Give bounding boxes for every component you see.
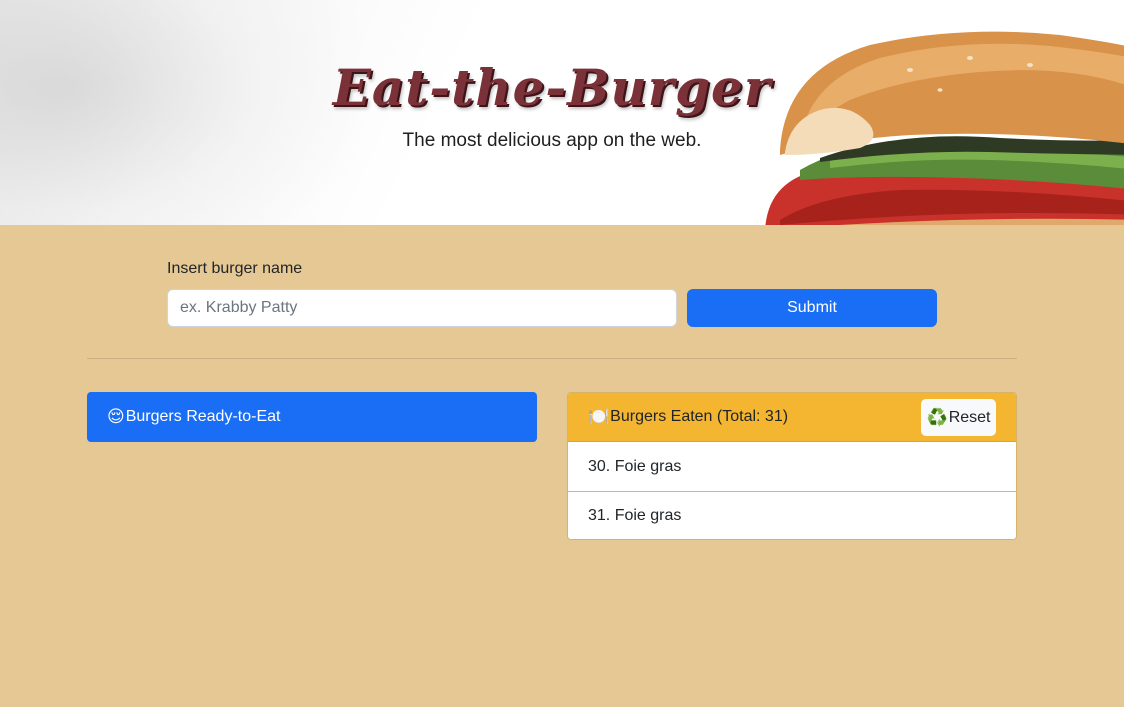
burgers-eaten-title: Burgers Eaten (Total: 31) xyxy=(610,408,789,425)
burgers-eaten-card: 🍽️ Burgers Eaten (Total: 31) ♻️ Reset 30… xyxy=(567,392,1017,540)
divider xyxy=(87,358,1017,359)
burger-name-label: Insert burger name xyxy=(167,260,303,277)
hero-banner: Eat-the-Burger The most delicious app on… xyxy=(0,0,1124,225)
reset-button[interactable]: ♻️ Reset xyxy=(921,399,996,436)
app-subtitle: The most delicious app on the web. xyxy=(402,130,702,151)
recycle-icon: ♻️ xyxy=(926,407,948,427)
app-title: Eat-the-Burger xyxy=(332,58,772,117)
submit-button[interactable]: Submit xyxy=(687,289,937,327)
burger-name-input[interactable] xyxy=(167,289,677,327)
plate-icon: 🍽️ xyxy=(588,407,610,426)
list-item: 31. Foie gras xyxy=(568,491,1016,539)
ready-to-eat-header: 😌 Burgers Ready-to-Eat xyxy=(87,392,537,442)
reset-label: Reset xyxy=(948,408,991,426)
relieved-face-icon: 😌 xyxy=(107,407,125,426)
list-item: 30. Foie gras xyxy=(568,442,1016,491)
burgers-eaten-header: 🍽️ Burgers Eaten (Total: 31) ♻️ Reset xyxy=(568,393,1016,442)
ready-to-eat-title: Burgers Ready-to-Eat xyxy=(125,408,281,425)
